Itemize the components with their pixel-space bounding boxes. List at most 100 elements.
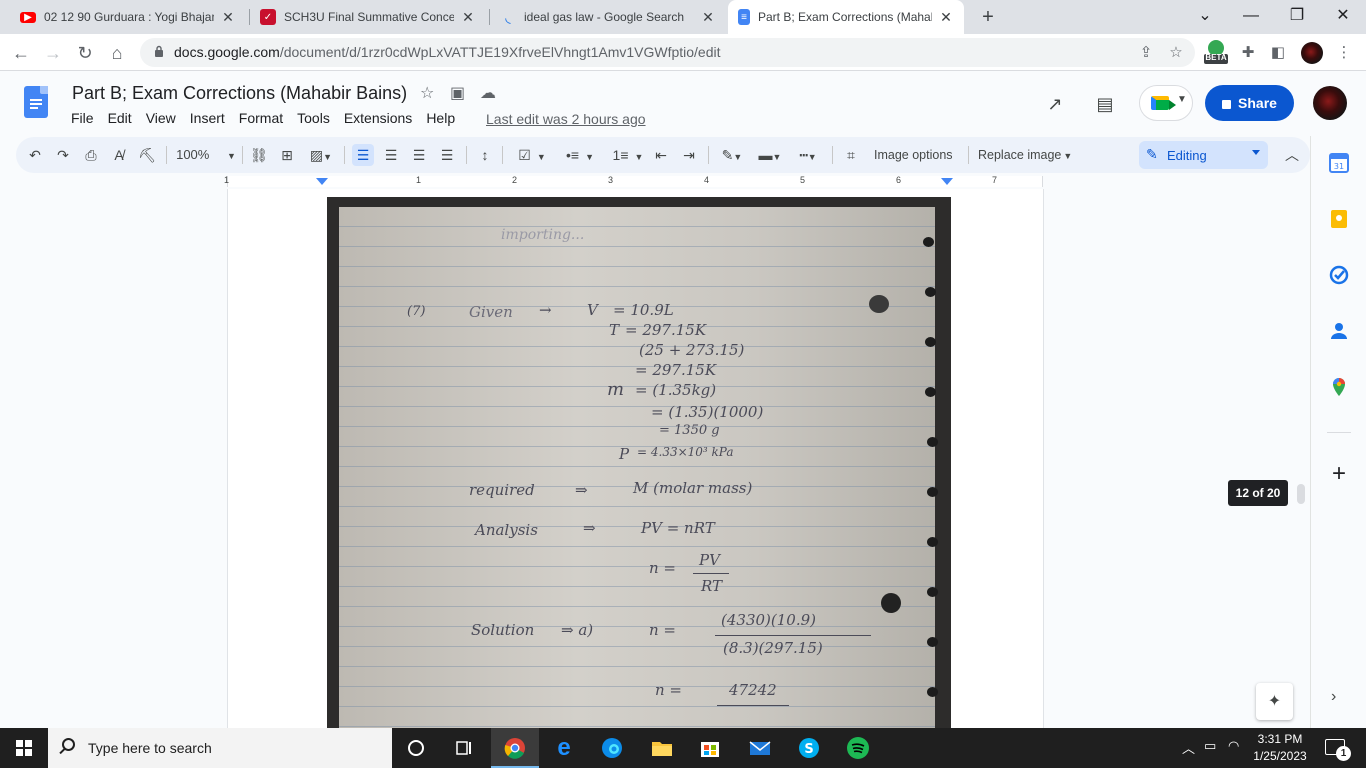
forward-arrow-icon[interactable]: → bbox=[40, 40, 66, 66]
cloud-saved-icon[interactable]: ☁ bbox=[480, 83, 496, 103]
menu-file[interactable]: File bbox=[64, 110, 101, 126]
close-window-button[interactable]: ✕ bbox=[1320, 0, 1366, 34]
border-color-icon[interactable]: ✎▼ bbox=[716, 144, 748, 166]
maps-icon[interactable] bbox=[1328, 376, 1350, 398]
document-canvas[interactable]: importing... (7) Given → V = 10.9L T = 2… bbox=[0, 189, 1310, 728]
taskbar-search-box[interactable]: Type here to search bbox=[48, 728, 392, 768]
menu-extensions[interactable]: Extensions bbox=[337, 110, 419, 126]
tab-search-chevron-icon[interactable]: ⌄ bbox=[1182, 0, 1228, 34]
last-edit-link[interactable]: Last edit was 2 hours ago bbox=[486, 111, 646, 127]
edge-icon[interactable] bbox=[600, 736, 624, 760]
left-indent-marker[interactable] bbox=[316, 178, 328, 185]
horizontal-ruler[interactable]: 1 1 2 3 4 5 6 7 bbox=[0, 174, 1310, 189]
redo-icon[interactable]: ↷ bbox=[52, 144, 74, 166]
document-title[interactable]: Part B; Exam Corrections (Mahabir Bains) bbox=[72, 83, 407, 104]
get-addons-plus-icon[interactable]: + bbox=[1327, 462, 1351, 486]
star-icon[interactable]: ☆ bbox=[420, 83, 434, 103]
bulleted-list-icon[interactable]: •≡ ▼ bbox=[560, 144, 600, 166]
decrease-indent-icon[interactable]: ⇤ bbox=[650, 144, 672, 166]
comments-icon[interactable]: ▤ bbox=[1092, 91, 1118, 117]
activity-trend-icon[interactable]: ↗ bbox=[1042, 91, 1068, 117]
omnibox[interactable]: docs.google.com/document/d/1rzr0cdWpLxVA… bbox=[140, 38, 1195, 67]
link-icon[interactable]: ⛓ bbox=[248, 144, 270, 166]
collapse-menus-chevron-up-icon[interactable]: ︿ bbox=[1282, 144, 1302, 166]
spellcheck-icon[interactable]: A̸ bbox=[108, 144, 130, 166]
reload-icon[interactable]: ↻ bbox=[72, 40, 98, 66]
menu-tools[interactable]: Tools bbox=[290, 110, 337, 126]
editing-mode-select[interactable]: ✎ Editing bbox=[1139, 141, 1268, 169]
border-weight-icon[interactable]: ▬▼ bbox=[754, 144, 786, 166]
align-center-icon[interactable]: ☰ bbox=[380, 144, 402, 166]
tab-summative[interactable]: ✓ SCH3U Final Summative Concept ✕ bbox=[250, 0, 486, 34]
minimize-button[interactable]: — bbox=[1228, 0, 1274, 34]
extensions-puzzle-icon[interactable]: ✚ bbox=[1236, 41, 1260, 65]
align-right-icon[interactable]: ☰ bbox=[408, 144, 430, 166]
menu-insert[interactable]: Insert bbox=[183, 110, 232, 126]
numbered-list-icon[interactable]: 1≡ ▼ bbox=[608, 144, 648, 166]
skype-icon[interactable]: S bbox=[797, 736, 821, 760]
battery-icon[interactable]: ▭ bbox=[1204, 738, 1216, 754]
account-avatar[interactable] bbox=[1313, 86, 1347, 120]
close-icon[interactable]: ✕ bbox=[938, 9, 954, 26]
internet-explorer-icon[interactable]: e bbox=[552, 736, 576, 760]
spotify-icon[interactable] bbox=[846, 736, 870, 760]
paint-format-icon[interactable]: ⛏ bbox=[136, 144, 158, 166]
document-page[interactable]: importing... (7) Given → V = 10.9L T = 2… bbox=[227, 189, 1044, 728]
home-icon[interactable]: ⌂ bbox=[104, 40, 130, 66]
meet-button[interactable]: ▼ bbox=[1139, 85, 1193, 121]
mail-icon[interactable] bbox=[748, 736, 772, 760]
show-hidden-icons-chevron-icon[interactable]: ︿ bbox=[1182, 738, 1195, 757]
tab-google-search[interactable]: ◟ ideal gas law - Google Search ✕ bbox=[490, 0, 726, 34]
chrome-icon[interactable] bbox=[503, 736, 527, 760]
menu-edit[interactable]: Edit bbox=[101, 110, 139, 126]
tab-docs-active[interactable]: ≡ Part B; Exam Corrections (Mahab ✕ bbox=[728, 0, 964, 34]
microsoft-store-icon[interactable] bbox=[698, 736, 722, 760]
insert-image-icon[interactable]: ▨▼ bbox=[304, 144, 338, 166]
keep-icon[interactable] bbox=[1328, 208, 1350, 230]
side-panel-icon[interactable]: ◧ bbox=[1266, 41, 1290, 65]
zoom-select[interactable]: 100% ▼ bbox=[176, 144, 236, 166]
close-icon[interactable]: ✕ bbox=[460, 9, 476, 26]
taskbar-clock[interactable]: 3:31 PM 1/25/2023 bbox=[1248, 731, 1312, 765]
back-arrow-icon[interactable]: ← bbox=[8, 40, 34, 66]
windows-start-icon[interactable] bbox=[16, 740, 32, 756]
right-indent-marker[interactable] bbox=[941, 178, 953, 185]
show-side-panel-chevron-icon[interactable]: › bbox=[1331, 688, 1336, 706]
increase-indent-icon[interactable]: ⇥ bbox=[678, 144, 700, 166]
notification-icon[interactable]: 1 bbox=[1325, 739, 1351, 761]
task-view-icon[interactable] bbox=[452, 736, 476, 760]
docs-logo-icon[interactable] bbox=[24, 86, 48, 118]
contacts-icon[interactable] bbox=[1328, 320, 1350, 342]
tab-youtube[interactable]: ▶ 02 12 90 Gurduara : Yogi Bhajan | ✕ bbox=[10, 0, 246, 34]
explore-sparkle-icon[interactable]: ✦ bbox=[1256, 683, 1293, 720]
bookmark-star-icon[interactable]: ☆ bbox=[1165, 42, 1187, 64]
close-icon[interactable]: ✕ bbox=[700, 9, 716, 26]
replace-image-button[interactable]: Replace image ▼ bbox=[978, 144, 1072, 166]
print-icon[interactable]: ⎙ bbox=[80, 144, 102, 166]
move-folder-icon[interactable]: ▣ bbox=[450, 83, 465, 103]
menu-view[interactable]: View bbox=[139, 110, 183, 126]
tasks-icon[interactable] bbox=[1328, 264, 1350, 286]
line-spacing-icon[interactable]: ↕ bbox=[474, 144, 496, 166]
share-button[interactable]: Share bbox=[1205, 85, 1294, 121]
wifi-icon[interactable]: ◠ bbox=[1228, 738, 1239, 754]
vertical-scrollbar-thumb[interactable] bbox=[1297, 484, 1305, 504]
undo-icon[interactable]: ↶ bbox=[24, 144, 46, 166]
justify-icon[interactable]: ☰ bbox=[436, 144, 458, 166]
embedded-notebook-photo[interactable]: importing... (7) Given → V = 10.9L T = 2… bbox=[327, 197, 951, 728]
beta-extension-icon[interactable]: BETA bbox=[1204, 38, 1228, 64]
border-dash-icon[interactable]: ┅▼ bbox=[792, 144, 824, 166]
crop-icon[interactable]: ⌗ bbox=[840, 144, 862, 166]
checklist-icon[interactable]: ☑ ▼ bbox=[512, 144, 552, 166]
menu-help[interactable]: Help bbox=[419, 110, 462, 126]
share-page-icon[interactable]: ⇪ bbox=[1135, 42, 1157, 64]
file-explorer-icon[interactable] bbox=[650, 736, 674, 760]
profile-avatar[interactable] bbox=[1301, 42, 1323, 64]
calendar-icon[interactable]: 31 bbox=[1328, 152, 1350, 174]
cortana-icon[interactable] bbox=[404, 736, 428, 760]
add-comment-icon[interactable]: ⊞ bbox=[276, 144, 298, 166]
new-tab-button[interactable]: + bbox=[976, 5, 1000, 29]
restore-button[interactable]: ❐ bbox=[1274, 0, 1320, 34]
chrome-menu-icon[interactable]: ⋮ bbox=[1332, 41, 1356, 65]
image-options-button[interactable]: Image options bbox=[874, 144, 953, 166]
